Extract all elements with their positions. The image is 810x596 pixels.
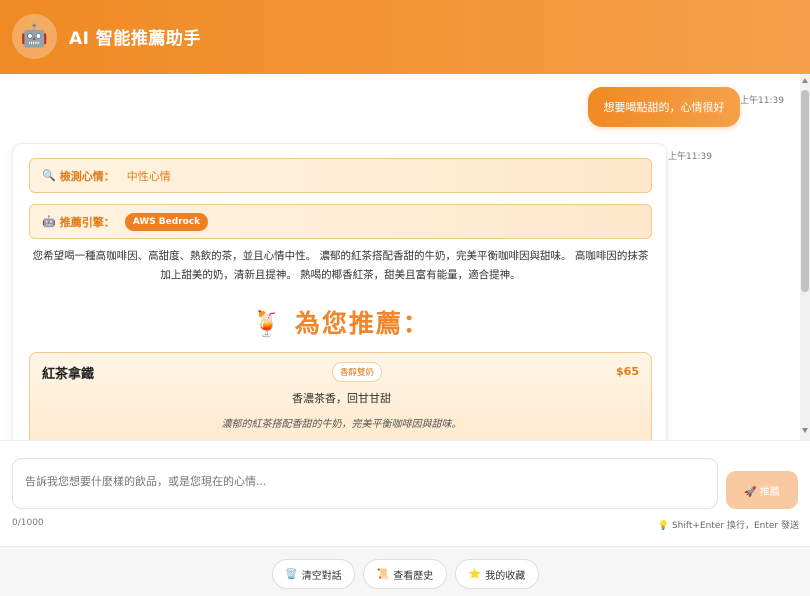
favorites-label: 我的收藏 [485, 570, 526, 582]
trash-icon: 🗑️ [285, 568, 298, 580]
scroll-icon: 📜 [376, 568, 390, 580]
mood-detection-box: 🔍 檢測心情： 中性心情 [29, 158, 652, 193]
clear-chat-button[interactable]: 🗑️ 清空對話 [272, 559, 355, 589]
engine-badge: AWS Bedrock [124, 212, 209, 231]
bot-message-card: 🔍 檢測心情： 中性心情 🤖 推薦引擎： AWS Bedrock 您希望喝一種高… [12, 143, 667, 473]
cocktail-icon: 🍹 [251, 309, 285, 338]
drink-name: 紅茶拿鐵 [42, 367, 95, 382]
scrollbar-thumb[interactable] [801, 90, 809, 292]
view-history-button[interactable]: 📜 查看歷史 [363, 559, 447, 589]
star-icon: ⭐ [468, 568, 482, 580]
mood-value: 中性心情 [126, 169, 171, 183]
search-icon: 🔍 [42, 169, 56, 182]
clear-chat-label: 清空對話 [301, 570, 342, 582]
user-message-bubble: 想要喝點甜的，心情很好 [588, 87, 740, 127]
recommend-button[interactable]: 🚀 推薦 [726, 471, 798, 509]
engine-label: 推薦引擎： [59, 215, 115, 229]
view-history-label: 查看歷史 [393, 570, 434, 582]
favorites-button[interactable]: ⭐ 我的收藏 [455, 559, 539, 589]
drink-price: $65 [616, 365, 639, 378]
recommendation-description: 您希望喝一種高咖啡因、高甜度、熱飲的茶，並且心情中性。 濃郁的紅茶搭配香甜的牛奶… [32, 250, 649, 281]
recommendation-heading: 🍹 為您推薦： [13, 304, 666, 340]
message-input[interactable] [12, 458, 718, 509]
drink-reason: 濃郁的紅茶搭配香甜的牛奶，完美平衡咖啡因與甜味。 [221, 419, 462, 430]
drink-tag: 香醇雙奶 [332, 362, 383, 382]
user-message-time: 上午11:39 [740, 96, 784, 106]
char-count: 0/1000 [12, 518, 44, 528]
app-title: AI 智能推薦助手 [69, 29, 201, 49]
footer-toolbar: 🗑️ 清空對話 📜 查看歷史 ⭐ 我的收藏 [0, 546, 810, 596]
robot-icon: 🤖 [42, 215, 56, 228]
bot-message-time: 上午11:39 [668, 152, 712, 162]
mood-label: 檢測心情： [59, 169, 115, 183]
engine-box: 🤖 推薦引擎： AWS Bedrock [29, 204, 652, 239]
robot-avatar-icon: 🤖 [12, 14, 57, 59]
scroll-down-arrow-icon[interactable] [802, 428, 808, 433]
input-area: 🚀 推薦 0/1000 💡 Shift+Enter 換行，Enter 發送 [0, 440, 810, 546]
keyboard-hint: 💡 Shift+Enter 換行，Enter 發送 [657, 521, 799, 531]
drink-taste: 香濃茶香，回甘甘甜 [292, 392, 391, 405]
recommendation-heading-text: 為您推薦： [294, 309, 430, 338]
app-header: 🤖 AI 智能推薦助手 [0, 0, 810, 74]
scroll-up-arrow-icon[interactable] [802, 78, 808, 83]
